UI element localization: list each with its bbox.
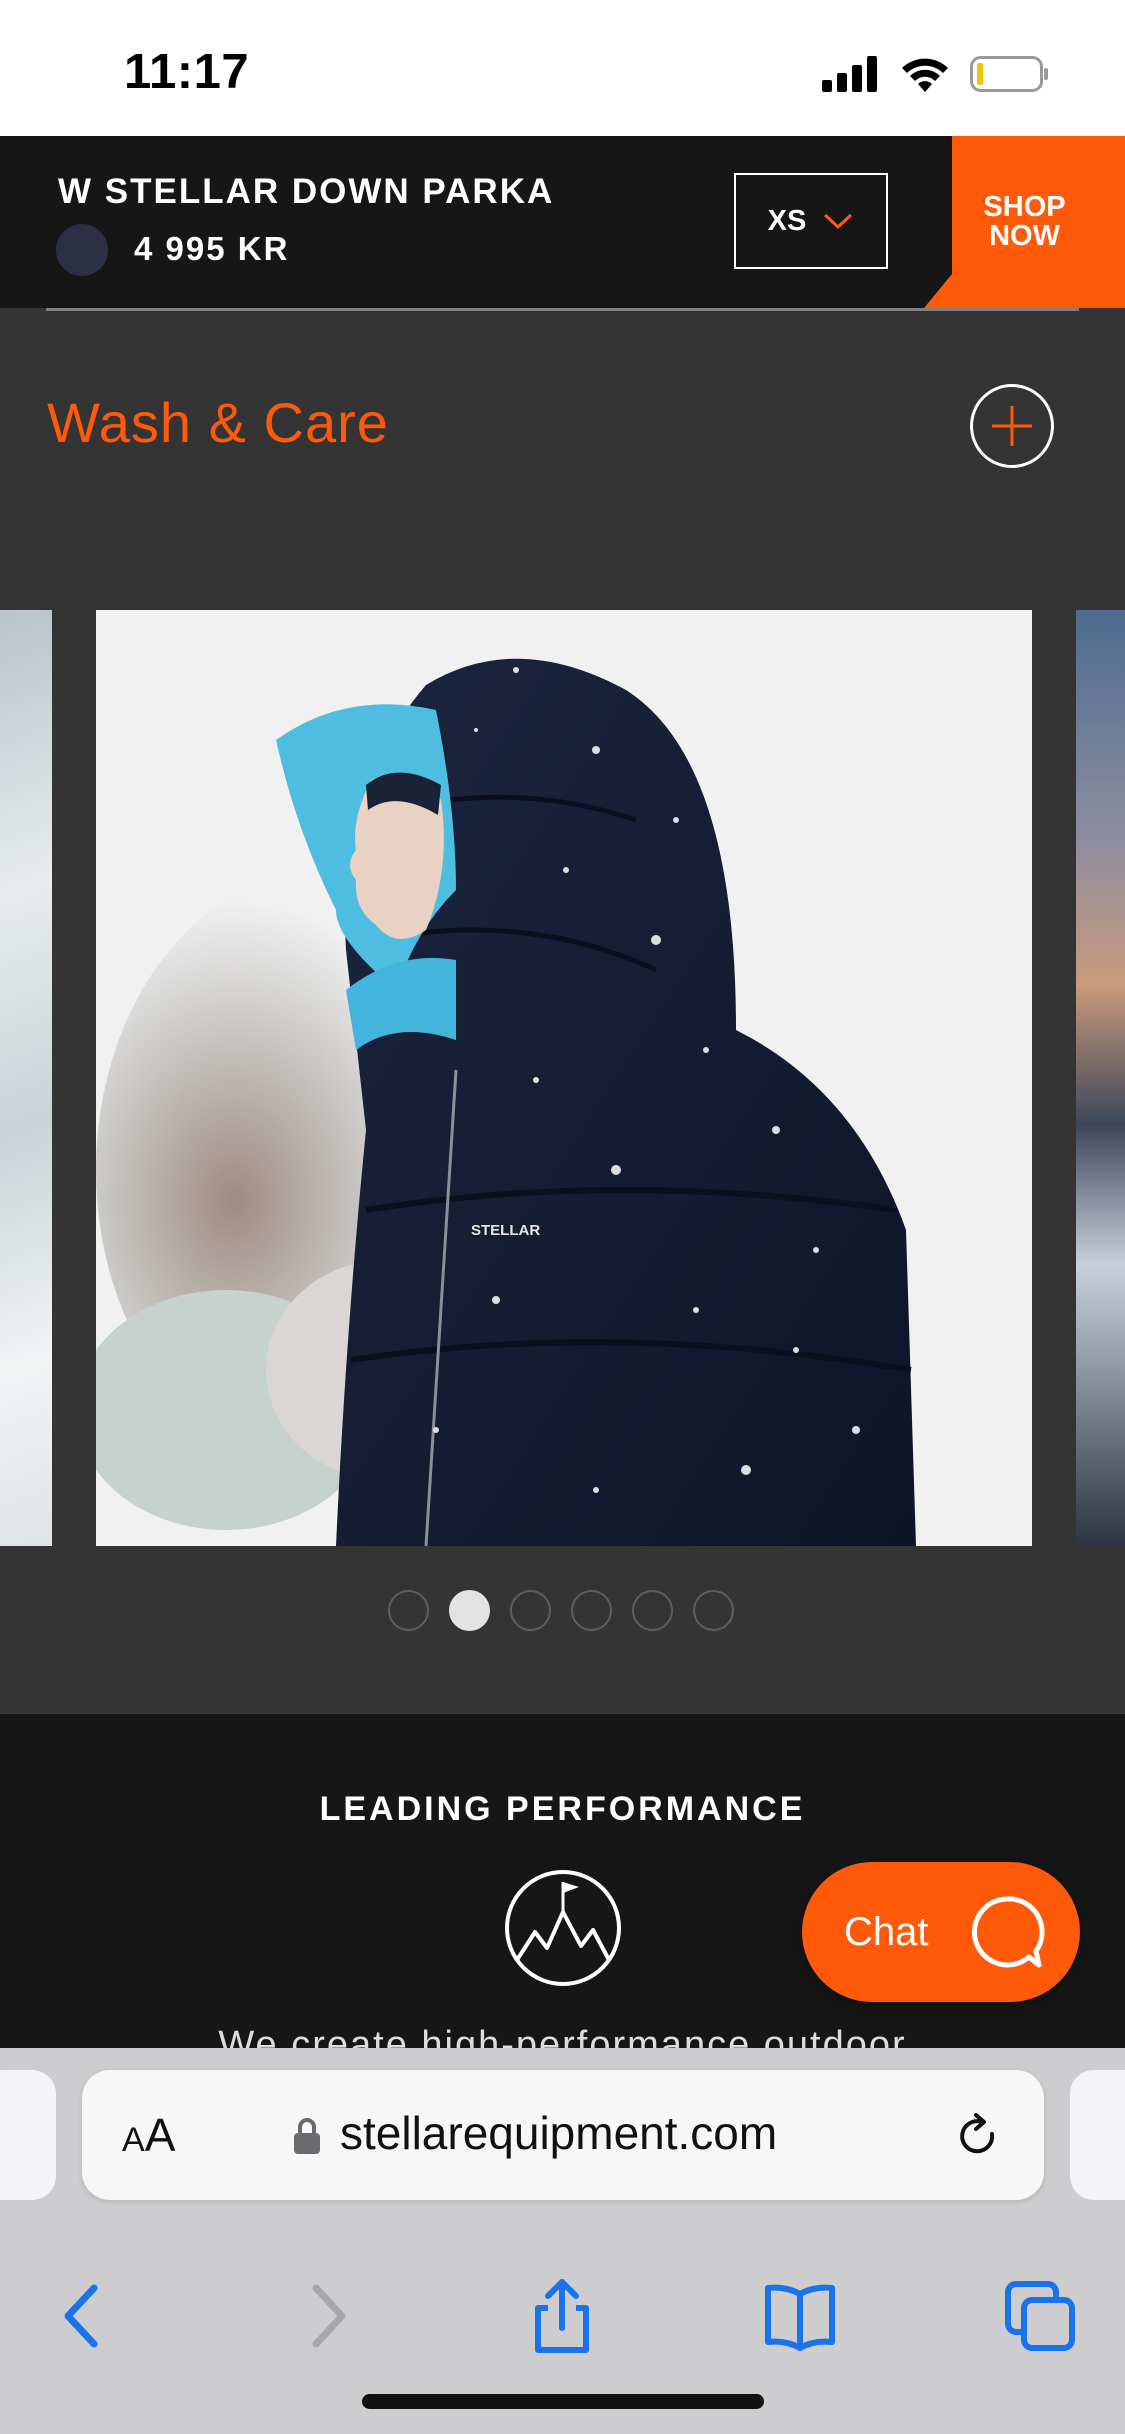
- cellular-signal-icon: [822, 56, 877, 92]
- performance-title: LEADING PERFORMANCE: [319, 1790, 806, 1828]
- divider: [46, 308, 1079, 311]
- carousel-dot[interactable]: [388, 1590, 429, 1631]
- shop-now-label: SHOP NOW: [983, 191, 1066, 252]
- lock-icon: [294, 2118, 320, 2154]
- shop-now-button[interactable]: SHOP NOW: [924, 136, 1125, 308]
- battery-icon: [970, 56, 1048, 92]
- url-text: stellarequipment.com: [340, 2107, 778, 2159]
- carousel-dot[interactable]: [510, 1590, 551, 1631]
- bookmarks-icon[interactable]: [760, 2276, 840, 2356]
- carousel-pagination: [388, 1590, 734, 1631]
- chat-button[interactable]: Chat: [802, 1862, 1080, 2002]
- home-indicator: [362, 2394, 764, 2409]
- reload-icon[interactable]: [954, 2112, 1002, 2160]
- carousel-dot[interactable]: [632, 1590, 673, 1631]
- browser-toolbar: AA stellarequipment.com: [0, 2048, 1125, 2434]
- carousel-dot-active[interactable]: [449, 1590, 490, 1631]
- size-value: XS: [767, 204, 807, 237]
- wifi-icon: [902, 58, 948, 92]
- carousel-slide-previous[interactable]: [0, 610, 52, 1546]
- color-swatch[interactable]: [56, 224, 108, 276]
- sticky-product-bar: W STELLAR DOWN PARKA 4 995 KR XS SHOP NOW: [0, 136, 1125, 308]
- mountain-flag-icon: [505, 1870, 621, 1986]
- next-tab-preview[interactable]: [1070, 2070, 1125, 2200]
- chat-bubble-icon: [971, 1896, 1045, 1968]
- status-time: 11:17: [124, 45, 250, 99]
- tabs-icon[interactable]: [1000, 2276, 1080, 2356]
- carousel-slide-next[interactable]: [1076, 610, 1125, 1546]
- back-icon[interactable]: [44, 2276, 124, 2356]
- carousel-dot[interactable]: [571, 1590, 612, 1631]
- share-icon[interactable]: [522, 2276, 602, 2356]
- product-price: 4 995 KR: [134, 230, 290, 267]
- jacket-logo: STELLAR: [471, 1222, 540, 1239]
- wash-care-title[interactable]: Wash & Care: [47, 390, 389, 455]
- previous-tab-preview[interactable]: [0, 2070, 56, 2200]
- product-photo: STELLAR: [96, 610, 1032, 1546]
- status-bar: 11:17: [0, 0, 1125, 136]
- address-bar[interactable]: AA stellarequipment.com: [82, 2070, 1044, 2200]
- chat-label: Chat: [844, 1909, 929, 1954]
- carousel-slide-active[interactable]: STELLAR: [96, 610, 1032, 1546]
- forward-icon[interactable]: [286, 2276, 366, 2356]
- carousel-dot[interactable]: [693, 1590, 734, 1631]
- reader-settings-button[interactable]: AA: [122, 2108, 175, 2162]
- product-name: W STELLAR DOWN PARKA: [58, 172, 555, 211]
- size-select[interactable]: XS: [734, 173, 888, 269]
- chevron-down-icon: [824, 213, 853, 230]
- expand-plus-button[interactable]: [970, 384, 1054, 468]
